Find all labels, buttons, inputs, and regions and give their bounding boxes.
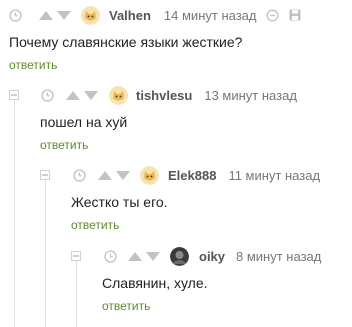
reply-link[interactable]: ответить <box>40 138 88 152</box>
comment-timestamp[interactable]: 14 минут назад <box>164 8 257 23</box>
comment-username[interactable]: Elek888 <box>168 168 216 183</box>
clock-icon[interactable] <box>8 8 22 22</box>
comment-text: Жестко ты его. <box>71 194 168 210</box>
save-icon[interactable] <box>288 9 302 21</box>
upvote-arrow-icon[interactable] <box>97 170 113 180</box>
comment-header: Valhen 14 минут назад <box>8 5 302 25</box>
downvote-arrow-icon[interactable] <box>56 10 72 20</box>
link-icon[interactable] <box>265 9 279 22</box>
clock-icon[interactable] <box>40 88 54 102</box>
reply-link[interactable]: ответить <box>9 58 57 72</box>
collapse-thread-icon[interactable] <box>71 251 81 261</box>
comment-timestamp[interactable]: 8 минут назад <box>236 249 321 264</box>
comment-username[interactable]: tishvlesu <box>136 88 192 103</box>
collapse-thread-icon[interactable] <box>9 90 19 100</box>
downvote-arrow-icon[interactable] <box>83 90 99 100</box>
reply-link[interactable]: ответить <box>71 218 119 232</box>
comment-header: Elek888 11 минут назад <box>72 165 320 185</box>
thread-line-level-2 <box>45 180 46 327</box>
comment-text: Славянин, хуле. <box>102 275 208 291</box>
comment-text: Почему славянские языки жесткие? <box>9 34 243 50</box>
comment-timestamp[interactable]: 13 минут назад <box>204 88 297 103</box>
comment-header: tishvlesu 13 минут назад <box>40 85 297 105</box>
upvote-arrow-icon[interactable] <box>65 90 81 100</box>
comment-username[interactable]: Valhen <box>109 8 151 23</box>
reply-link[interactable]: ответить <box>102 299 150 313</box>
comment-text: пошел на хуй <box>40 114 128 130</box>
cat-avatar-icon[interactable] <box>140 165 159 185</box>
thread-line-level-1 <box>14 100 15 327</box>
downvote-arrow-icon[interactable] <box>115 170 131 180</box>
comment-username[interactable]: oiky <box>199 249 225 264</box>
upvote-arrow-icon[interactable] <box>38 10 54 20</box>
cat-avatar-icon[interactable] <box>81 5 100 25</box>
downvote-arrow-icon[interactable] <box>145 251 161 261</box>
upvote-arrow-icon[interactable] <box>127 251 143 261</box>
comment-header: oiky 8 минут назад <box>103 246 321 266</box>
collapse-thread-icon[interactable] <box>40 170 50 180</box>
thread-line-level-3 <box>76 260 77 327</box>
cat-avatar-icon[interactable] <box>109 85 128 105</box>
clock-icon[interactable] <box>72 168 86 182</box>
photo-avatar[interactable] <box>170 246 189 266</box>
comment-timestamp[interactable]: 11 минут назад <box>228 168 320 183</box>
clock-icon[interactable] <box>103 249 117 263</box>
